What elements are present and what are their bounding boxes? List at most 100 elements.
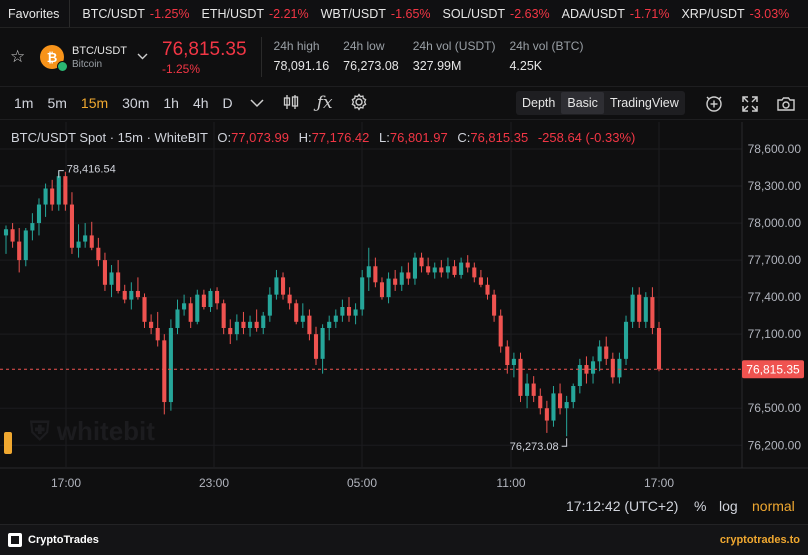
timeframe-4h[interactable]: 4h	[193, 95, 209, 111]
chevron-down-icon[interactable]	[247, 95, 267, 111]
candle-body	[69, 204, 75, 248]
candle-body	[36, 204, 42, 224]
price-chart[interactable]: ⛨ whitebit 76,815.35 78,416.54 76,273.08 7…	[0, 122, 808, 490]
candle-body	[472, 267, 477, 278]
candle-body	[518, 358, 523, 396]
ticker-change: -2.21%	[269, 6, 309, 21]
stat-value: 78,091.16	[273, 59, 330, 73]
stat-24h-high: 24h high 78,091.16	[260, 37, 330, 77]
time-axis[interactable]: 17:00 23:00 05:00 11:00 17:00	[51, 476, 674, 490]
candle-body	[102, 260, 107, 285]
legend-h-label: H:	[298, 130, 312, 145]
timeframe-1m[interactable]: 1m	[14, 95, 33, 111]
ticker-symbol: SOL/USDT	[442, 6, 506, 21]
legend-l-label: L:	[379, 130, 390, 145]
chart-overlay: 76,815.35 78,416.54 76,273.08	[0, 164, 804, 453]
price-tick-label: 77,400.00	[748, 290, 802, 304]
candle-body	[656, 327, 662, 370]
timeframe-d[interactable]: D	[223, 95, 233, 111]
ticker-item-btc[interactable]: BTC/USDT -1.25%	[82, 7, 189, 21]
view-depth[interactable]: Depth	[516, 92, 561, 114]
cryptotrades-brand: CryptoTrades	[8, 533, 99, 547]
candle-body	[30, 223, 35, 231]
ticker-symbol: ETH/USDT	[201, 6, 265, 21]
favorite-star-icon[interactable]: ☆	[10, 47, 30, 67]
candle-body	[89, 235, 94, 248]
candle-body	[445, 266, 450, 273]
pair-name: BTC/USDT	[72, 44, 127, 57]
indicators-fx-icon[interactable]: ƒx	[315, 93, 335, 113]
ticker-item-sol[interactable]: SOL/USDT -2.63%	[443, 7, 550, 21]
candle-body	[142, 297, 147, 322]
ticker-change: -3.03%	[749, 6, 790, 21]
fullscreen-icon[interactable]	[740, 94, 760, 119]
stat-label: 24h high	[273, 39, 320, 53]
timeframe-1h[interactable]: 1h	[163, 95, 179, 111]
legend-low: 76,801.97	[389, 130, 448, 145]
candle-body	[366, 266, 371, 278]
utc-clock[interactable]: 17:12:42 (UTC+2)	[566, 498, 678, 514]
ticker-item-ada[interactable]: ADA/USDT -1.71%	[562, 7, 670, 21]
log-scale-toggle[interactable]: log	[719, 498, 738, 514]
timeframe-15m[interactable]: 15m	[81, 95, 108, 111]
price-axis[interactable]: 78,600.00 78,300.00 78,000.00 77,700.00 77,4…	[748, 142, 802, 452]
ticker-item-wbt[interactable]: WBT/USDT -1.65%	[321, 7, 431, 21]
candle-body	[109, 272, 114, 285]
legend-high: 77,176.42	[311, 130, 370, 145]
candle-body	[637, 294, 642, 322]
price-tick-label: 78,600.00	[748, 142, 802, 156]
scroll-handle[interactable]	[4, 432, 12, 454]
view-basic[interactable]: Basic	[561, 92, 604, 114]
ticker-symbol: BTC/USDT	[82, 6, 145, 21]
candle-body	[162, 340, 167, 403]
candles-layer	[3, 171, 662, 437]
legend-title: BTC/USDT Spot · 15m · WhiteBIT	[11, 130, 208, 145]
add-alert-icon[interactable]	[704, 94, 724, 119]
candle-body	[17, 241, 22, 261]
timeframe-5m[interactable]: 5m	[47, 95, 66, 111]
favorites-tab[interactable]: Favorites	[0, 0, 71, 27]
candle-body	[485, 284, 490, 295]
candle-body	[386, 278, 391, 298]
candle-body	[623, 321, 629, 359]
camera-snapshot-icon[interactable]	[776, 94, 796, 119]
brand-url[interactable]: cryptotrades.to	[720, 534, 800, 546]
candle-body	[643, 297, 648, 322]
candle-body	[650, 297, 655, 328]
candle-body	[182, 303, 187, 310]
candle-body	[406, 272, 411, 279]
candle-body	[96, 247, 101, 261]
candle-body	[307, 315, 312, 335]
whitebit-watermark: ⛨ whitebit	[29, 416, 155, 446]
candle-body	[419, 257, 424, 267]
settings-gear-icon[interactable]	[349, 92, 369, 114]
percent-scale-toggle[interactable]: %	[694, 498, 706, 514]
candle-body	[175, 309, 180, 328]
candle-body	[630, 294, 635, 322]
ticker-item-eth[interactable]: ETH/USDT -2.21%	[202, 7, 309, 21]
legend-close: 76,815.35	[470, 130, 529, 145]
chevron-down-icon[interactable]	[137, 51, 148, 63]
ticker-symbol: WBT/USDT	[320, 6, 386, 21]
candle-body	[50, 188, 55, 205]
candlestick-type-icon[interactable]	[281, 93, 301, 114]
legend-open: 77,073.99	[231, 130, 289, 145]
stat-24h-vol-usdt: 24h vol (USDT) 327.99M	[413, 37, 496, 77]
view-tradingview[interactable]: TradingView	[604, 92, 685, 114]
candle-body	[571, 386, 576, 403]
candle-body	[241, 321, 246, 328]
candle-body	[208, 290, 213, 307]
timeframe-30m[interactable]: 30m	[122, 95, 149, 111]
candle-body	[531, 383, 536, 396]
normal-scale-toggle[interactable]: normal	[752, 498, 795, 514]
candle-body	[452, 266, 457, 275]
pair-selector[interactable]: BTC/USDT Bitcoin	[72, 45, 127, 70]
candle-body	[498, 315, 503, 347]
ticker-item-xrp[interactable]: XRP/USDT -3.03%	[681, 7, 789, 21]
candle-body	[155, 327, 160, 341]
candle-body	[248, 321, 253, 328]
candle-body	[459, 262, 464, 275]
bitcoin-logo-icon: ₿	[40, 45, 68, 72]
candle-body	[43, 188, 48, 205]
cryptotrades-logo-icon	[8, 533, 22, 547]
